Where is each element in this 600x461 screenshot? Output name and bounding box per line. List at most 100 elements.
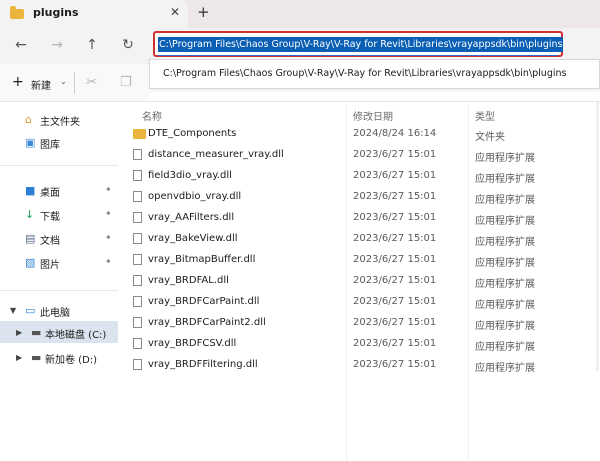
file-modified: 2023/6/27 15:01 — [353, 191, 437, 202]
sidebar-item-desktop[interactable]: ■ 桌面 ✦ — [0, 179, 118, 201]
list-item[interactable]: openvdbio_vray.dll 2023/6/27 15:01 应用程序扩… — [126, 187, 600, 208]
list-item[interactable]: distance_measurer_vray.dll 2023/6/27 15:… — [126, 145, 600, 166]
tab-title: plugins — [33, 6, 79, 19]
pin-icon: ✦ — [105, 233, 112, 242]
file-type: 应用程序扩展 — [475, 174, 535, 185]
list-item[interactable]: vray_BakeView.dll 2023/6/27 15:01 应用程序扩展 — [126, 229, 600, 250]
file-type: 应用程序扩展 — [475, 363, 535, 374]
refresh-icon[interactable]: ↻ — [118, 35, 138, 55]
close-icon[interactable]: ✕ — [170, 5, 180, 19]
sidebar-item-label: 此电脑 — [40, 308, 70, 319]
file-modified: 2024/8/24 16:14 — [353, 128, 437, 139]
back-icon[interactable]: ← — [11, 35, 31, 55]
folder-icon — [133, 129, 146, 139]
file-name: vray_AAFilters.dll — [148, 212, 235, 223]
pin-icon: ✦ — [105, 209, 112, 218]
file-name: vray_BRDFCarPaint2.dll — [148, 317, 266, 328]
download-icon: ↓ — [25, 208, 35, 221]
address-focus-underline — [158, 55, 558, 56]
file-name: distance_measurer_vray.dll — [148, 149, 284, 160]
sidebar-item-label: 新加卷 (D:) — [45, 355, 98, 366]
file-type: 应用程序扩展 — [475, 237, 535, 248]
column-header-modified[interactable]: 修改日期 — [353, 108, 393, 123]
forward-icon[interactable]: → — [47, 35, 67, 55]
computer-icon: ▭ — [25, 304, 36, 317]
file-modified: 2023/6/27 15:01 — [353, 296, 437, 307]
cut-icon[interactable]: ✂ — [86, 75, 97, 90]
drive-icon: ▬ — [31, 326, 42, 339]
file-name: field3dio_vray.dll — [148, 170, 232, 181]
sidebar-item-label: 图片 — [40, 260, 60, 271]
file-name: vray_BRDFCSV.dll — [148, 338, 237, 349]
file-modified: 2023/6/27 15:01 — [353, 254, 437, 265]
up-icon[interactable]: ↑ — [82, 35, 102, 55]
file-modified: 2023/6/27 15:01 — [353, 359, 437, 370]
drive-icon: ▬ — [31, 351, 42, 364]
chevron-right-icon[interactable]: ▶ — [16, 353, 22, 362]
file-type: 应用程序扩展 — [475, 216, 535, 227]
dll-file-icon — [133, 149, 142, 160]
chevron-down-icon[interactable]: ⌄ — [60, 77, 67, 86]
dll-file-icon — [133, 275, 142, 286]
sidebar-item-downloads[interactable]: ↓ 下载 ✦ — [0, 203, 118, 225]
file-name: DTE_Components — [148, 128, 237, 139]
dll-file-icon — [133, 233, 142, 244]
chevron-right-icon[interactable]: ▶ — [16, 328, 22, 337]
new-icon[interactable]: + — [12, 74, 24, 90]
address-input-selected-text[interactable]: C:\Program Files\Chaos Group\V-Ray\V-Ray… — [158, 37, 564, 52]
vertical-scrollbar[interactable] — [596, 102, 599, 371]
dll-file-icon — [133, 170, 142, 181]
file-name: vray_BitmapBuffer.dll — [148, 254, 256, 265]
sidebar-item-this-pc[interactable]: ▼ ▭ 此电脑 — [0, 299, 118, 321]
file-type: 应用程序扩展 — [475, 195, 535, 206]
file-type: 应用程序扩展 — [475, 153, 535, 164]
chevron-down-icon[interactable]: ▼ — [10, 306, 16, 315]
list-item[interactable]: vray_BitmapBuffer.dll 2023/6/27 15:01 应用… — [126, 250, 600, 271]
sidebar-divider — [0, 290, 118, 291]
sidebar-item-new-volume-d[interactable]: ▶ ▬ 新加卷 (D:) — [0, 346, 118, 368]
document-icon: ▤ — [25, 232, 36, 245]
list-item[interactable]: vray_AAFilters.dll 2023/6/27 15:01 应用程序扩… — [126, 208, 600, 229]
sidebar-item-gallery[interactable]: ▣ 图库 — [0, 131, 118, 153]
picture-icon: ▨ — [25, 256, 36, 269]
sidebar-item-pictures[interactable]: ▨ 图片 ✦ — [0, 251, 118, 273]
list-item[interactable]: vray_BRDFFiltering.dll 2023/6/27 15:01 应… — [126, 355, 600, 376]
list-item[interactable]: vray_BRDFCSV.dll 2023/6/27 15:01 应用程序扩展 — [126, 334, 600, 355]
file-modified: 2023/6/27 15:01 — [353, 338, 437, 349]
file-name: vray_BRDFAL.dll — [148, 275, 229, 286]
address-suggestion-item[interactable]: C:\Program Files\Chaos Group\V-Ray\V-Ray… — [163, 68, 566, 79]
file-modified: 2023/6/27 15:01 — [353, 233, 437, 244]
copy-icon[interactable]: ❐ — [120, 75, 132, 90]
column-header-name[interactable]: 名称 — [142, 108, 162, 123]
sidebar-item-documents[interactable]: ▤ 文档 ✦ — [0, 227, 118, 249]
file-name: vray_BakeView.dll — [148, 233, 238, 244]
new-button[interactable]: 新建 — [31, 77, 51, 92]
sidebar-item-home[interactable]: ⌂ 主文件夹 — [0, 108, 118, 130]
new-tab-button[interactable]: + — [197, 3, 210, 21]
file-type: 应用程序扩展 — [475, 321, 535, 332]
sidebar-item-label: 主文件夹 — [40, 117, 80, 128]
list-item[interactable]: DTE_Components 2024/8/24 16:14 文件夹 — [126, 124, 600, 145]
dll-file-icon — [133, 317, 142, 328]
dll-file-icon — [133, 254, 142, 265]
toolbar-divider — [74, 72, 75, 94]
sidebar-item-local-disk-c[interactable]: ▶ ▬ 本地磁盘 (C:) — [0, 321, 118, 343]
list-item[interactable]: vray_BRDFCarPaint2.dll 2023/6/27 15:01 应… — [126, 313, 600, 334]
sidebar-item-label: 下载 — [40, 212, 60, 223]
dll-file-icon — [133, 212, 142, 223]
column-header-type[interactable]: 类型 — [475, 108, 495, 123]
file-modified: 2023/6/27 15:01 — [353, 149, 437, 160]
pin-icon: ✦ — [105, 257, 112, 266]
list-item[interactable]: vray_BRDFCarPaint.dll 2023/6/27 15:01 应用… — [126, 292, 600, 313]
folder-icon — [10, 6, 24, 19]
list-item[interactable]: field3dio_vray.dll 2023/6/27 15:01 应用程序扩… — [126, 166, 600, 187]
dll-file-icon — [133, 191, 142, 202]
file-name: vray_BRDFFiltering.dll — [148, 359, 258, 370]
list-item[interactable]: vray_BRDFAL.dll 2023/6/27 15:01 应用程序扩展 — [126, 271, 600, 292]
file-name: openvdbio_vray.dll — [148, 191, 242, 202]
home-icon: ⌂ — [25, 113, 32, 126]
file-type: 应用程序扩展 — [475, 279, 535, 290]
file-name: vray_BRDFCarPaint.dll — [148, 296, 260, 307]
file-modified: 2023/6/27 15:01 — [353, 275, 437, 286]
tab-plugins[interactable] — [0, 0, 188, 28]
